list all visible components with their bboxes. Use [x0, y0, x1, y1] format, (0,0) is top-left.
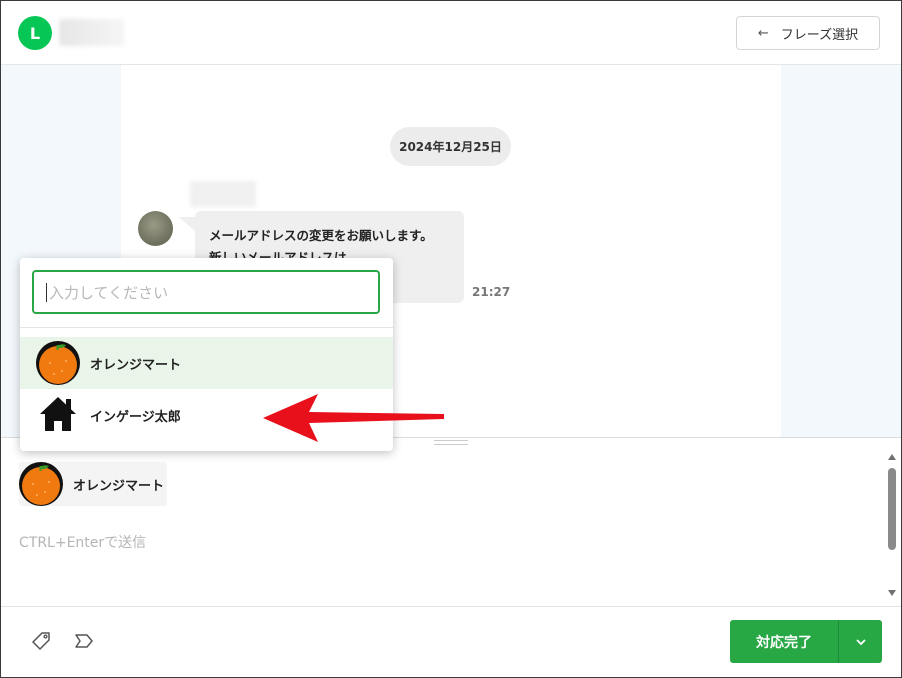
- message-line-1: メールアドレスの変更をお願いします。: [209, 228, 433, 243]
- date-separator: 2024年12月25日: [390, 127, 511, 166]
- message-time: 21:27: [472, 285, 511, 299]
- popup-item-label: オレンジマート: [90, 357, 182, 373]
- search-placeholder: 入力してください: [49, 283, 169, 302]
- header: L ← フレーズ選択: [1, 1, 901, 65]
- done-dropdown-button[interactable]: [839, 620, 882, 663]
- tag-icon[interactable]: [31, 631, 51, 651]
- scroll-thumb[interactable]: [888, 468, 896, 550]
- chevron-down-icon: [855, 638, 866, 645]
- selected-sender-chip[interactable]: オレンジマート: [19, 462, 167, 506]
- arrow-left-icon: ←: [757, 25, 769, 41]
- popup-item-orange-mart[interactable]: オレンジマート: [20, 337, 393, 389]
- label-icon[interactable]: [74, 632, 94, 650]
- phrase-select-button[interactable]: ← フレーズ選択: [736, 16, 880, 50]
- house-icon: [40, 397, 76, 431]
- blurred-account-name: [59, 19, 125, 46]
- done-button-group: 対応完了: [730, 620, 882, 663]
- compose-scrollbar[interactable]: [885, 446, 901, 606]
- text-caret: [46, 282, 47, 302]
- orange-icon: [19, 462, 63, 506]
- popup-item-label: インゲージ太郎: [90, 409, 181, 425]
- selected-sender-name: オレンジマート: [73, 478, 165, 494]
- orange-icon: [36, 341, 80, 385]
- compose-hint: CTRL+Enterで送信: [19, 535, 147, 551]
- phrase-select-label: フレーズ選択: [780, 27, 859, 43]
- done-button[interactable]: 対応完了: [730, 620, 839, 663]
- annotation-arrow-icon: [263, 394, 444, 442]
- search-input[interactable]: 入力してください: [32, 270, 380, 314]
- scroll-up-icon[interactable]: [888, 454, 896, 460]
- brand-logo: L: [18, 16, 52, 50]
- popup-divider: [20, 327, 393, 328]
- user-avatar[interactable]: [138, 211, 173, 246]
- scroll-down-icon[interactable]: [888, 590, 896, 596]
- app-window: L ← フレーズ選択 2024年12月25日 メールアドレスの変更をお願いします…: [0, 0, 902, 678]
- blurred-sender-name: [190, 181, 256, 207]
